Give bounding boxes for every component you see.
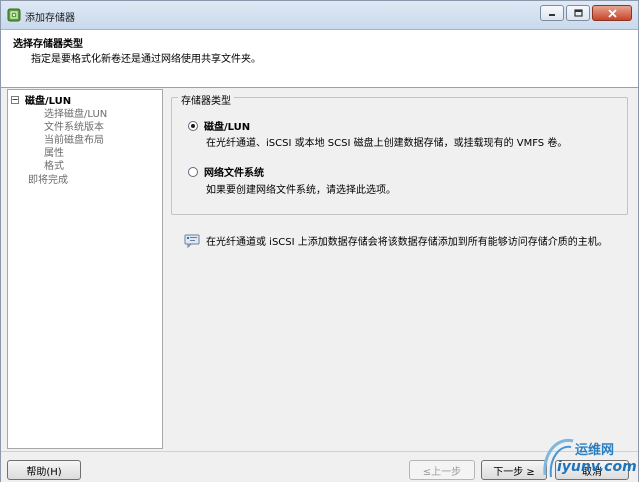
group-legend: 存储器类型 xyxy=(178,92,234,107)
wizard-steps-tree: − 磁盘/LUN 选择磁盘/LUN 文件系统版本 当前磁盘布局 属性 格式 即将… xyxy=(7,89,163,449)
radio-disk-lun[interactable] xyxy=(188,120,198,131)
minimize-button[interactable] xyxy=(540,5,564,21)
page-subtitle: 指定是要格式化新卷还是通过网络使用共享文件夹。 xyxy=(31,54,261,65)
option-disk-lun[interactable]: 磁盘/LUN xyxy=(188,118,250,133)
info-icon xyxy=(184,234,200,248)
close-button[interactable] xyxy=(592,5,632,21)
minimize-icon xyxy=(549,14,555,16)
radio-selected-dot xyxy=(191,123,195,128)
add-storage-window: 添加存储器 选择存储器类型 指定是要格式化新卷还是通过网络使用共享文件夹。 − … xyxy=(0,0,639,482)
tree-item-format[interactable]: 格式 xyxy=(44,157,64,172)
cancel-button[interactable]: 取消 xyxy=(555,460,629,480)
maximize-icon xyxy=(573,9,583,17)
main-panel: 存储器类型 磁盘/LUN 在光纤通道、iSCSI 或本地 SCSI 磁盘上创建数… xyxy=(164,89,634,449)
radio-nfs[interactable] xyxy=(188,166,198,177)
help-button[interactable]: 帮助(H) xyxy=(7,460,81,480)
back-button[interactable]: ≤上一步 xyxy=(409,460,475,480)
next-button[interactable]: 下一步 ≥ xyxy=(481,460,547,480)
option-label[interactable]: 磁盘/LUN xyxy=(204,118,250,133)
option-nfs[interactable]: 网络文件系统 xyxy=(188,164,264,179)
option-label[interactable]: 网络文件系统 xyxy=(204,164,264,179)
window-title: 添加存储器 xyxy=(25,13,75,24)
close-icon xyxy=(607,8,617,18)
title-bar[interactable]: 添加存储器 xyxy=(1,1,638,30)
storage-app-icon xyxy=(7,8,21,22)
wizard-header: 选择存储器类型 指定是要格式化新卷还是通过网络使用共享文件夹。 xyxy=(1,30,638,88)
window-controls xyxy=(538,5,632,21)
info-text: 在光纤通道或 iSCSI 上添加数据存储会将该数据存储添加到所有能够访问存储介质… xyxy=(206,237,608,248)
storage-type-group: 存储器类型 磁盘/LUN 在光纤通道、iSCSI 或本地 SCSI 磁盘上创建数… xyxy=(171,92,628,215)
option-description: 在光纤通道、iSCSI 或本地 SCSI 磁盘上创建数据存储，或挂载现有的 VM… xyxy=(206,138,568,149)
page-title: 选择存储器类型 xyxy=(13,39,83,50)
maximize-button[interactable] xyxy=(566,5,590,21)
tree-item-ready-to-complete[interactable]: 即将完成 xyxy=(28,171,68,186)
collapse-icon[interactable]: − xyxy=(11,95,19,104)
option-description: 如果要创建网络文件系统，请选择此选项。 xyxy=(206,185,396,196)
info-message: 在光纤通道或 iSCSI 上添加数据存储会将该数据存储添加到所有能够访问存储介质… xyxy=(184,233,608,248)
wizard-footer: 帮助(H) ≤上一步 下一步 ≥ 取消 xyxy=(1,451,638,482)
